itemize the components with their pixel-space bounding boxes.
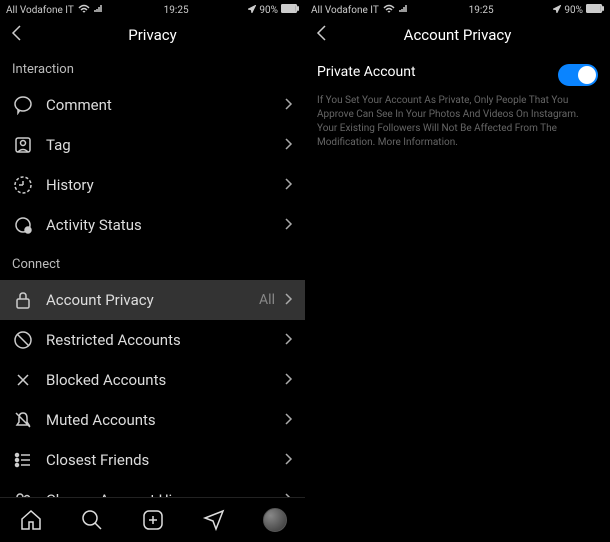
menu-history[interactable]: History [0,165,305,205]
private-account-description: If You Set Your Account As Private, Only… [305,92,610,160]
history-icon [12,174,34,196]
muted-icon [12,409,34,431]
people-icon [12,489,34,497]
activity-icon[interactable] [201,507,227,533]
status-bar: All Vodafone IT 19:25 90% [305,0,610,20]
battery-text: 90% [564,5,583,16]
search-icon[interactable] [79,507,105,533]
chevron-right-icon [283,176,293,195]
activity-icon [12,214,34,236]
battery-icon [586,4,604,16]
wifi-icon [383,4,395,17]
header: Privacy [0,20,305,50]
chevron-right-icon [283,331,293,350]
menu-label: Chesea Account Ui [46,491,283,497]
profile-avatar[interactable] [262,507,288,533]
menu-activity-status[interactable]: Activity Status [0,205,305,245]
tag-icon [12,134,34,156]
left-screen: All Vodafone IT 19:25 90% Privacy Intera… [0,0,305,542]
page-title: Privacy [0,26,305,44]
menu-label: History [46,176,283,194]
page-title: Account Privacy [305,26,610,44]
private-account-toggle[interactable] [558,64,598,86]
chevron-right-icon [283,291,293,310]
comment-icon [12,94,34,116]
section-interaction: Interaction [0,50,305,85]
time-text: 19:25 [164,5,189,16]
right-screen: All Vodafone IT 19:25 90% Account Privac… [305,0,610,542]
signal-icon [94,4,104,17]
restricted-icon [12,329,34,351]
menu-label: Activity Status [46,216,283,234]
list-icon [12,449,34,471]
location-icon [553,5,561,16]
menu-label: Tag [46,136,283,154]
menu-account-privacy[interactable]: Account Privacy All [0,280,305,320]
content: Private Account If You Set Your Account … [305,50,610,542]
lock-icon [12,289,34,311]
location-icon [248,5,256,16]
blocked-icon [12,369,34,391]
status-bar: All Vodafone IT 19:25 90% [0,0,305,20]
chevron-right-icon [283,216,293,235]
menu-closest-friends[interactable]: Closest Friends [0,440,305,480]
wifi-icon [78,4,90,17]
menu-label: Blocked Accounts [46,371,283,389]
menu-label: Restricted Accounts [46,331,283,349]
menu-label: Comment [46,96,283,114]
menu-comment[interactable]: Comment [0,85,305,125]
section-connect: Connect [0,245,305,280]
toggle-knob [578,66,596,84]
menu-label: Closest Friends [46,451,283,469]
private-account-row: Private Account [305,50,610,92]
menu-blocked[interactable]: Blocked Accounts [0,360,305,400]
private-account-label: Private Account [317,64,416,80]
menu-chesea[interactable]: Chesea Account Ui [0,480,305,497]
battery-icon [281,4,299,16]
content: Interaction Comment Tag History [0,50,305,497]
bottom-nav [0,497,305,542]
menu-tag[interactable]: Tag [0,125,305,165]
chevron-right-icon [283,411,293,430]
menu-label: Muted Accounts [46,411,283,429]
signal-icon [399,4,409,17]
chevron-right-icon [283,136,293,155]
chevron-right-icon [283,371,293,390]
create-icon[interactable] [140,507,166,533]
menu-label: Account Privacy [46,291,259,309]
menu-value: All [259,292,275,308]
back-button[interactable] [10,24,24,47]
menu-muted[interactable]: Muted Accounts [0,400,305,440]
back-button[interactable] [315,24,329,47]
menu-restricted[interactable]: Restricted Accounts [0,320,305,360]
carrier-text: All Vodafone IT [311,5,379,16]
chevron-right-icon [283,451,293,470]
chevron-right-icon [283,96,293,115]
time-text: 19:25 [469,5,494,16]
home-icon[interactable] [18,507,44,533]
chevron-right-icon [283,491,293,498]
carrier-text: All Vodafone IT [6,5,74,16]
battery-text: 90% [259,5,278,16]
header: Account Privacy [305,20,610,50]
